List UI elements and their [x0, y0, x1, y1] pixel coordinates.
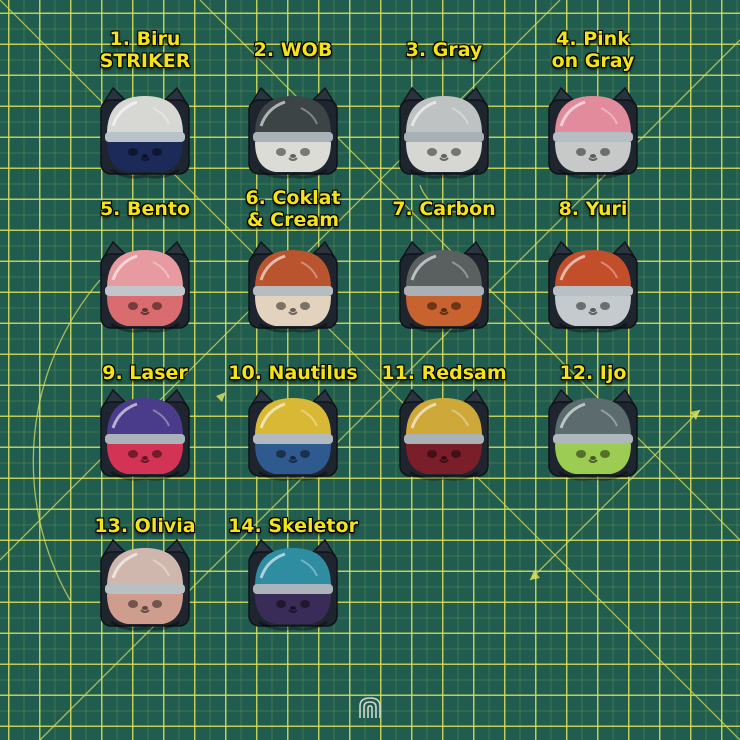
keycap-label: 2. WOB: [253, 39, 333, 61]
keycap-figure: [97, 86, 193, 182]
keycap-figure: [396, 388, 492, 484]
keycap-label: 9. Laser: [102, 362, 188, 384]
keycap-label: 14. Skeletor: [228, 515, 358, 537]
keycap-figure: [245, 538, 341, 634]
keycap-label: 8. Yuri: [558, 198, 628, 220]
keycap-figure: [245, 388, 341, 484]
fingerprint-logo-icon: [359, 697, 381, 718]
keycap-figure: [396, 86, 492, 182]
keycap-label: 11. Redsam: [381, 362, 507, 384]
keycap-figure: [545, 388, 641, 484]
keycap-figure: [245, 86, 341, 182]
keycap-figure: [245, 240, 341, 336]
keycap-label: 1. Biru STRIKER: [99, 28, 191, 72]
keycap-figure: [97, 388, 193, 484]
keycap-label: 7. Carbon: [392, 198, 496, 220]
keycap-figure: [396, 240, 492, 336]
keycap-figure: [545, 240, 641, 336]
keycap-label: 3. Gray: [405, 39, 483, 61]
keycap-figure: [545, 86, 641, 182]
keycap-label: 12. Ijo: [559, 362, 627, 384]
keycap-figure: [97, 240, 193, 336]
keycap-label: 4. Pink on Gray: [551, 28, 635, 72]
keycap-label: 10. Nautilus: [228, 362, 358, 384]
keycap-figure: [97, 538, 193, 634]
keycap-label: 5. Bento: [99, 198, 191, 220]
keycap-label: 13. Olivia: [94, 515, 196, 537]
keycap-label: 6. Coklat & Cream: [245, 187, 341, 231]
